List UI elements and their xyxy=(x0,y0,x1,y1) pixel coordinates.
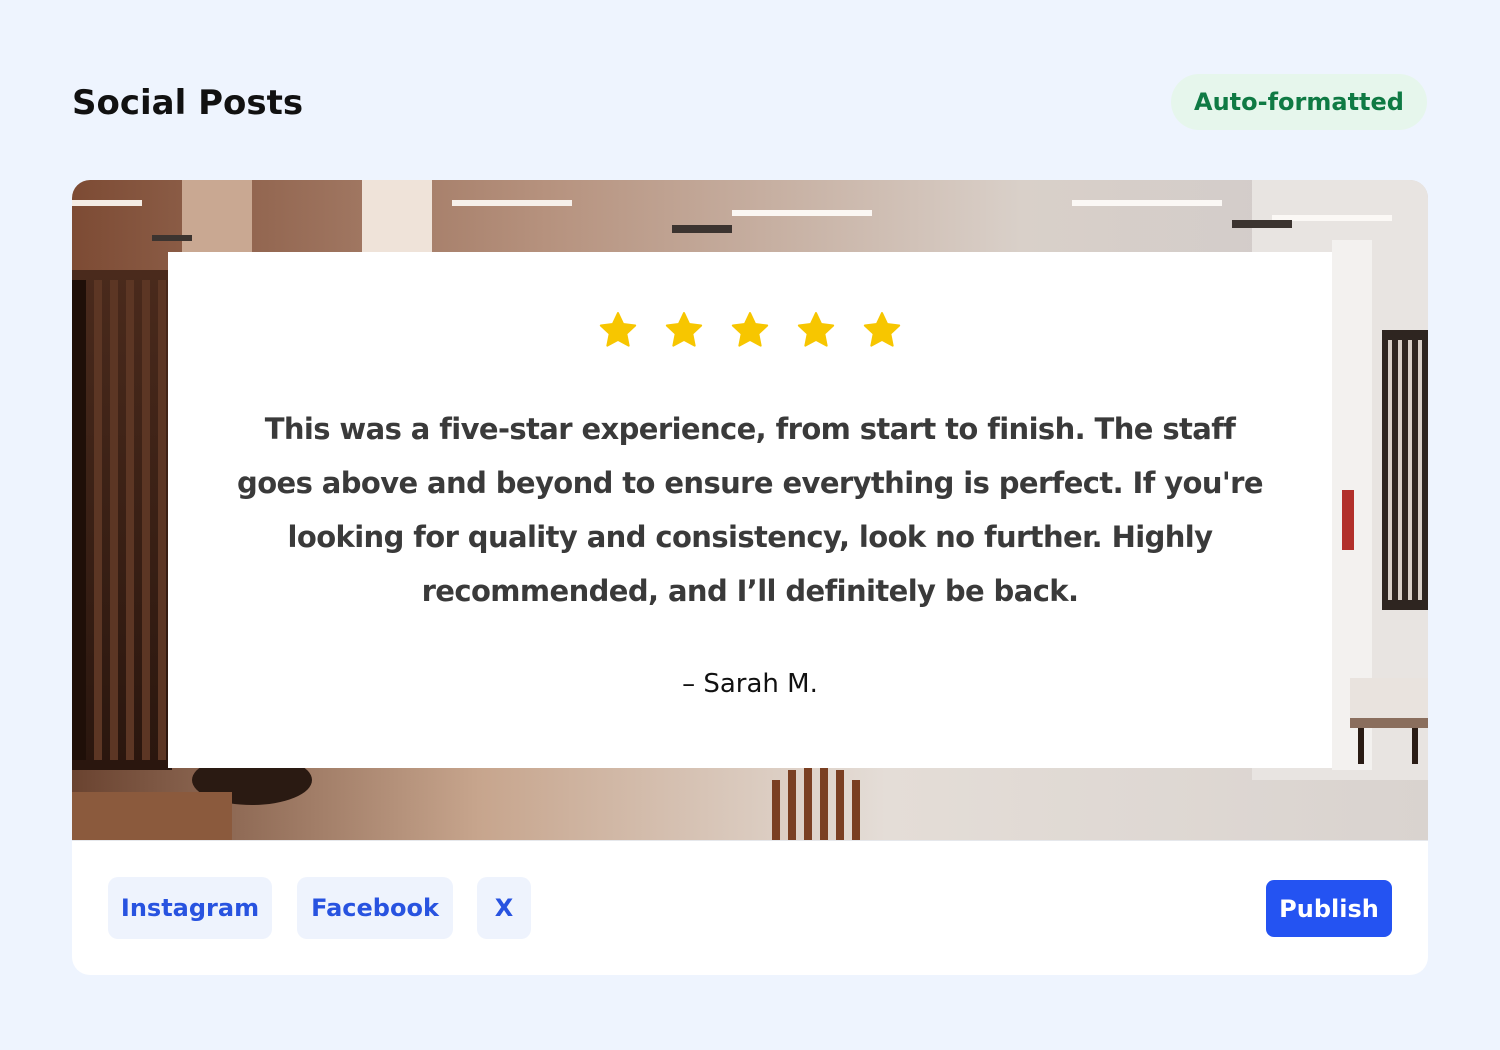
star-icon xyxy=(797,312,835,347)
star-rating xyxy=(168,310,1332,350)
publish-button[interactable]: Publish xyxy=(1266,880,1392,937)
page-title: Social Posts xyxy=(72,83,304,123)
platform-chip-x[interactable]: X xyxy=(477,877,531,939)
post-actions-bar: Instagram Facebook X Publish xyxy=(72,840,1428,975)
star-icon xyxy=(731,312,769,347)
star-icon xyxy=(599,312,637,347)
review-quote: This was a five-star experience, from st… xyxy=(237,412,1264,608)
review-card: This was a five-star experience, from st… xyxy=(168,252,1332,768)
social-post-card: This was a five-star experience, from st… xyxy=(72,180,1428,975)
star-icon xyxy=(665,312,703,347)
review-author: – Sarah M. xyxy=(682,669,818,699)
post-background-image: This was a five-star experience, from st… xyxy=(72,180,1428,840)
auto-formatted-badge: Auto-formatted xyxy=(1171,74,1427,130)
platform-chip-instagram[interactable]: Instagram xyxy=(108,877,272,939)
platform-chip-facebook[interactable]: Facebook xyxy=(297,877,453,939)
star-icon xyxy=(863,312,901,347)
